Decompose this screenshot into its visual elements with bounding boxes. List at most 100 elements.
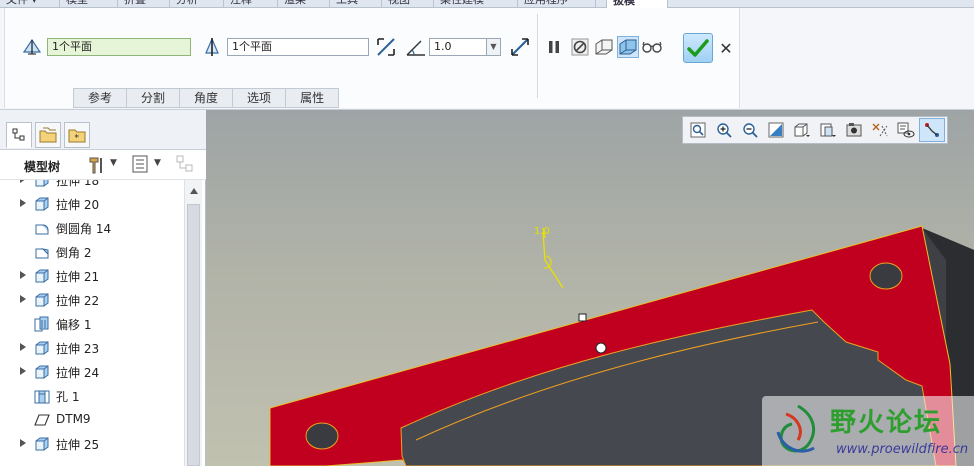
tree-item-label: DTM9 <box>56 412 91 426</box>
draft-handle-circle[interactable] <box>595 342 607 354</box>
verify-mode-icon[interactable] <box>617 36 639 58</box>
tree-item[interactable]: 拉伸 23 <box>0 336 184 360</box>
show-options-dropdown-icon[interactable]: ▼ <box>154 158 161 168</box>
tab-references[interactable]: 参考 <box>73 88 127 108</box>
expand-arrow-icon[interactable] <box>20 295 26 303</box>
tree-item[interactable]: 拉伸 24 <box>0 360 184 384</box>
tree-item-label: 拉伸 20 <box>56 198 100 212</box>
tree-item-label: 孔 1 <box>56 390 80 404</box>
no-preview-icon[interactable] <box>569 36 591 58</box>
tree-item[interactable]: 拉伸 21 <box>0 264 184 288</box>
annotation-display-icon[interactable] <box>893 118 919 142</box>
pause-icon[interactable] <box>543 36 565 58</box>
draft-surfaces-collector[interactable]: 1个平面 <box>47 38 191 56</box>
tree-item[interactable]: 拉伸 20 <box>0 192 184 216</box>
graphics-viewport[interactable]: 1.0 野火论坛 www.proewildfire.cn <box>206 110 974 466</box>
spin-center-icon[interactable] <box>919 118 945 142</box>
model-tree-tab[interactable] <box>6 122 32 148</box>
draft-handle-square[interactable] <box>578 313 587 322</box>
tree-item[interactable]: 偏移 1 <box>0 312 184 336</box>
flip-direction-icon[interactable] <box>375 36 397 58</box>
draft-angle-field[interactable]: 1.0 <box>429 38 487 56</box>
tree-item-label: 偏移 1 <box>56 318 92 332</box>
tree-item[interactable]: 拉伸 18 <box>0 180 184 192</box>
menu-file[interactable]: 文件 ▾ <box>0 0 60 8</box>
tree-icon <box>12 128 25 141</box>
preview-geometry-icon[interactable] <box>593 36 615 58</box>
tree-settings-icon[interactable] <box>88 156 106 177</box>
menu-annotate[interactable]: 注释 <box>224 0 278 8</box>
favorites-tab[interactable]: * <box>64 122 90 148</box>
model-tree-title: 模型树 <box>24 160 61 174</box>
draft-surface-icon[interactable] <box>21 36 43 58</box>
tree-item[interactable]: 倒圆角 14 <box>0 216 184 240</box>
flip-angle-icon[interactable] <box>509 36 531 58</box>
favorites-icon: * <box>68 129 86 144</box>
angle-dropdown-icon[interactable]: ▼ <box>487 38 501 56</box>
draft-dashboard: 1个平面 1个平面 1.0 ▼ ✕ 参考 分割 角度 选项 属性 <box>4 8 740 108</box>
tree-item[interactable]: 孔 1 <box>0 384 184 408</box>
datum-display-icon[interactable] <box>867 118 893 142</box>
folder-browser-tab[interactable] <box>35 122 61 148</box>
tree-filter-icon[interactable] <box>176 155 196 176</box>
tree-item[interactable]: 拉伸 25 <box>0 432 184 456</box>
view-manager-icon[interactable] <box>841 118 867 142</box>
zoom-in-icon[interactable] <box>711 118 737 142</box>
angle-annotation[interactable]: 1.0 <box>534 226 550 237</box>
extrude-icon <box>34 180 50 188</box>
saved-orientations-icon[interactable] <box>815 118 841 142</box>
datum-plane-icon <box>34 412 50 428</box>
extrude-icon <box>34 436 50 452</box>
scroll-thumb[interactable] <box>187 204 200 466</box>
ribbon-divider <box>537 14 538 98</box>
display-style-icon[interactable] <box>789 118 815 142</box>
expand-arrow-icon[interactable] <box>20 199 26 207</box>
tree-item[interactable]: 倒角 2 <box>0 240 184 264</box>
menu-render[interactable]: 渲染 <box>278 0 330 8</box>
tree-item-label: 倒角 2 <box>56 246 92 260</box>
tree-item-label: 拉伸 18 <box>56 180 100 188</box>
hole-icon <box>34 388 50 404</box>
menu-flexible-modeling[interactable]: 柔性建模 <box>434 0 518 8</box>
confirm-button[interactable] <box>683 33 713 63</box>
menu-tools[interactable]: 工具 <box>330 0 382 8</box>
zoom-out-icon[interactable] <box>737 118 763 142</box>
expand-arrow-icon[interactable] <box>20 343 26 351</box>
round-icon <box>34 220 50 236</box>
tree-item[interactable]: DTM9 <box>0 408 184 432</box>
expand-arrow-icon[interactable] <box>20 271 26 279</box>
expand-arrow-icon[interactable] <box>20 367 26 375</box>
tab-split[interactable]: 分割 <box>126 88 180 108</box>
draft-hinges-collector[interactable]: 1个平面 <box>227 38 369 56</box>
model-tree-scrollbar[interactable] <box>184 180 202 466</box>
scroll-up-icon[interactable] <box>185 184 202 198</box>
expand-arrow-icon[interactable] <box>20 180 26 183</box>
dashboard-subtabs: 参考 分割 角度 选项 属性 <box>73 88 340 108</box>
tree-settings-dropdown-icon[interactable]: ▼ <box>110 158 117 168</box>
tab-angles[interactable]: 角度 <box>179 88 233 108</box>
tree-item[interactable]: 拉伸 22 <box>0 288 184 312</box>
svg-text:*: * <box>75 134 80 144</box>
menu-fold[interactable]: 折叠 <box>118 0 170 8</box>
watermark-title: 野火论坛 <box>830 408 943 438</box>
watermark: 野火论坛 www.proewildfire.cn <box>762 396 974 466</box>
extrude-icon <box>34 196 50 212</box>
menu-model[interactable]: 模型 <box>60 0 118 8</box>
tree-item-label: 倒圆角 14 <box>56 222 112 236</box>
ribbon: 1个平面 1个平面 1.0 ▼ ✕ 参考 分割 角度 选项 属性 <box>0 8 974 110</box>
cancel-button[interactable]: ✕ <box>717 37 735 59</box>
expand-arrow-icon[interactable] <box>20 439 26 447</box>
refit-icon[interactable] <box>685 118 711 142</box>
menu-bar: 文件 ▾ 模型 折叠 分析 注释 渲染 工具 视图 柔性建模 应用程序 拔模 <box>0 0 974 9</box>
tree-item-label: 拉伸 21 <box>56 270 100 284</box>
tab-properties[interactable]: 属性 <box>285 88 340 108</box>
menu-view[interactable]: 视图 <box>382 0 434 8</box>
repaint-icon[interactable] <box>763 118 789 142</box>
show-options-icon[interactable] <box>132 155 148 176</box>
menu-applications[interactable]: 应用程序 <box>518 0 596 8</box>
menu-analysis[interactable]: 分析 <box>170 0 224 8</box>
draft-hinge-icon[interactable] <box>201 36 223 58</box>
glasses-icon[interactable] <box>641 36 663 58</box>
tab-options[interactable]: 选项 <box>232 88 286 108</box>
draft-angle-icon <box>405 36 427 58</box>
